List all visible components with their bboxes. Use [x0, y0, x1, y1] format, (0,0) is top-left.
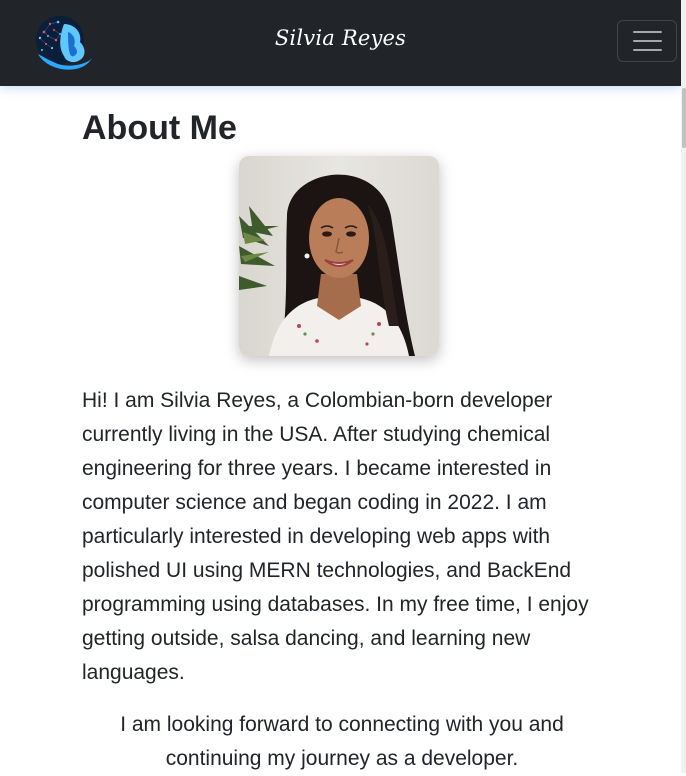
- profile-photo: [239, 156, 439, 356]
- brand-name[interactable]: Silvia Reyes: [0, 26, 681, 50]
- menu-toggle-button[interactable]: [617, 20, 677, 62]
- page-title: About Me: [82, 109, 237, 147]
- navbar: Silvia Reyes: [0, 0, 681, 86]
- scrollbar-thumb[interactable]: [682, 88, 686, 148]
- about-section: About Me Hi! I am Silvia Reyes, a Colomb…: [82, 104, 602, 776]
- bio-paragraph: Hi! I am Silvia Reyes, a Colombian-born …: [82, 389, 589, 684]
- profile-photo-container: [239, 156, 439, 356]
- closing-paragraph: I am looking forward to connecting with …: [120, 713, 564, 770]
- hamburger-menu-icon: [632, 31, 662, 33]
